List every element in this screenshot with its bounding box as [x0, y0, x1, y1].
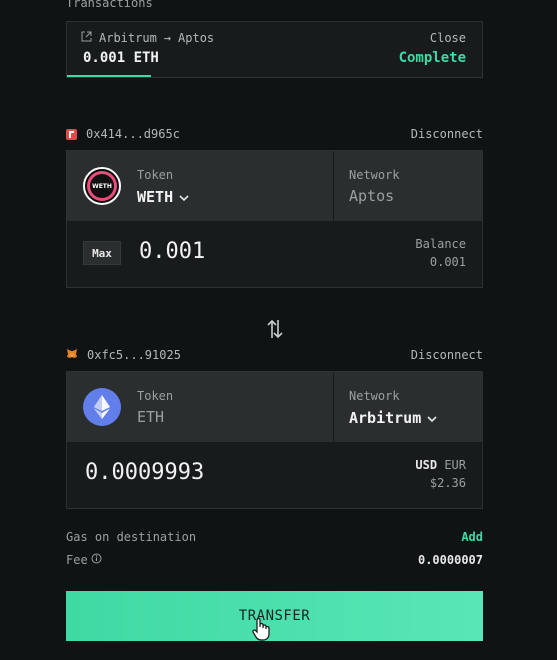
fee-row: Fee 0.0000007 — [66, 553, 483, 569]
route-to: Aptos — [178, 31, 215, 45]
destination-network-selector[interactable]: Network Arbitrum — [334, 372, 482, 442]
destination-network-value: Arbitrum — [349, 408, 422, 427]
destination-wallet: 0xfc5...91025 — [66, 348, 181, 362]
transaction-card[interactable]: Arbitrum → Aptos 0.001 ETH Close Complet… — [66, 21, 483, 78]
fiat-value: $2.36 — [429, 476, 466, 490]
swap-direction-icon[interactable] — [266, 318, 284, 340]
route-arrow: → — [163, 31, 172, 45]
source-token-value: WETH — [137, 187, 174, 206]
currency-eur-toggle[interactable]: EUR — [444, 458, 466, 472]
destination-wallet-address: 0xfc5...91025 — [87, 348, 181, 362]
source-amount-row: Max 0.001 Balance 0.001 — [67, 221, 482, 287]
wallet-logo-icon — [66, 128, 77, 140]
fee-label: Fee — [66, 553, 88, 567]
destination-disconnect-button[interactable]: Disconnect — [411, 348, 483, 362]
source-wallet-row: 0x414...d965c Disconnect — [66, 127, 483, 143]
source-amount-input[interactable]: 0.001 — [139, 239, 205, 264]
route-from: Arbitrum — [99, 31, 157, 45]
transaction-amount: 0.001 ETH — [83, 50, 159, 66]
metamask-fox-icon — [66, 348, 78, 362]
source-network-label: Network — [349, 168, 400, 182]
transfer-button[interactable]: TRANSFER — [66, 591, 483, 641]
progress-bar — [67, 75, 151, 77]
source-token-label: Token — [137, 168, 174, 182]
transaction-route: Arbitrum → Aptos — [81, 31, 214, 45]
balance-value: 0.001 — [429, 255, 466, 269]
hand-cursor-icon — [252, 617, 270, 645]
gas-label: Gas on destination — [66, 530, 197, 544]
destination-network-label: Network — [349, 389, 400, 403]
source-network-field: Network Aptos — [334, 151, 482, 221]
info-icon[interactable] — [91, 553, 102, 567]
source-token-card: WETH Token WETH Network Aptos Max 0.001 … — [66, 150, 483, 288]
weth-logo-text: WETH — [90, 174, 114, 198]
close-button[interactable]: Close — [430, 31, 466, 45]
source-wallet: 0x414...d965c — [66, 127, 180, 141]
transactions-title: Transactions — [66, 0, 153, 10]
source-network-value: Aptos — [349, 187, 395, 205]
destination-token-label: Token — [137, 389, 174, 403]
destination-amount-row: 0.0009993 USD EUR $2.36 — [67, 442, 482, 508]
weth-logo-icon: WETH — [83, 167, 121, 205]
source-wallet-address: 0x414...d965c — [86, 127, 180, 141]
currency-usd-toggle[interactable]: USD — [415, 458, 437, 472]
status-badge: Complete — [398, 50, 466, 66]
destination-token-value: ETH — [137, 408, 165, 426]
external-link-icon[interactable] — [81, 31, 92, 45]
destination-amount: 0.0009993 — [85, 460, 205, 485]
destination-wallet-row: 0xfc5...91025 Disconnect — [66, 348, 483, 364]
max-button[interactable]: Max — [83, 241, 121, 265]
source-token-selector[interactable]: WETH Token WETH — [67, 151, 333, 221]
balance-label: Balance — [415, 237, 466, 251]
add-gas-button[interactable]: Add — [461, 530, 483, 544]
gas-row: Gas on destination Add — [66, 530, 483, 546]
fee-value: 0.0000007 — [417, 553, 483, 567]
chevron-down-icon — [427, 408, 437, 427]
destination-token-field: Token ETH — [67, 372, 333, 442]
source-disconnect-button[interactable]: Disconnect — [411, 127, 483, 141]
chevron-down-icon — [179, 187, 189, 206]
destination-token-card: Token ETH Network Arbitrum 0.0009993 USD… — [66, 371, 483, 509]
ethereum-logo-icon — [83, 388, 121, 426]
